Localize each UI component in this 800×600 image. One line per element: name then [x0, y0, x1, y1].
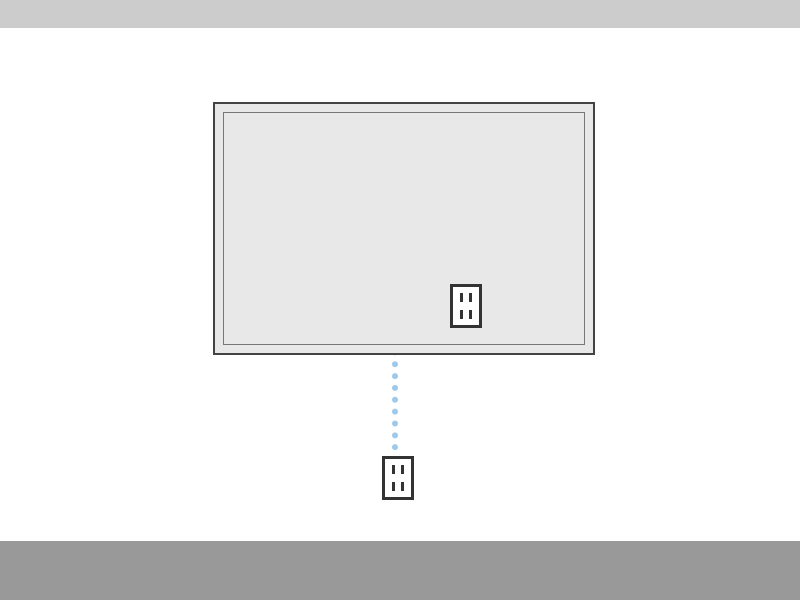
tv-screen-bezel: [223, 112, 585, 345]
outlet-lower-wall-icon: [382, 456, 414, 500]
wall-mounted-tv: [213, 102, 595, 355]
ceiling-band: [0, 0, 800, 28]
outlet-behind-tv-icon: [450, 284, 482, 328]
floor-band: [0, 541, 800, 600]
